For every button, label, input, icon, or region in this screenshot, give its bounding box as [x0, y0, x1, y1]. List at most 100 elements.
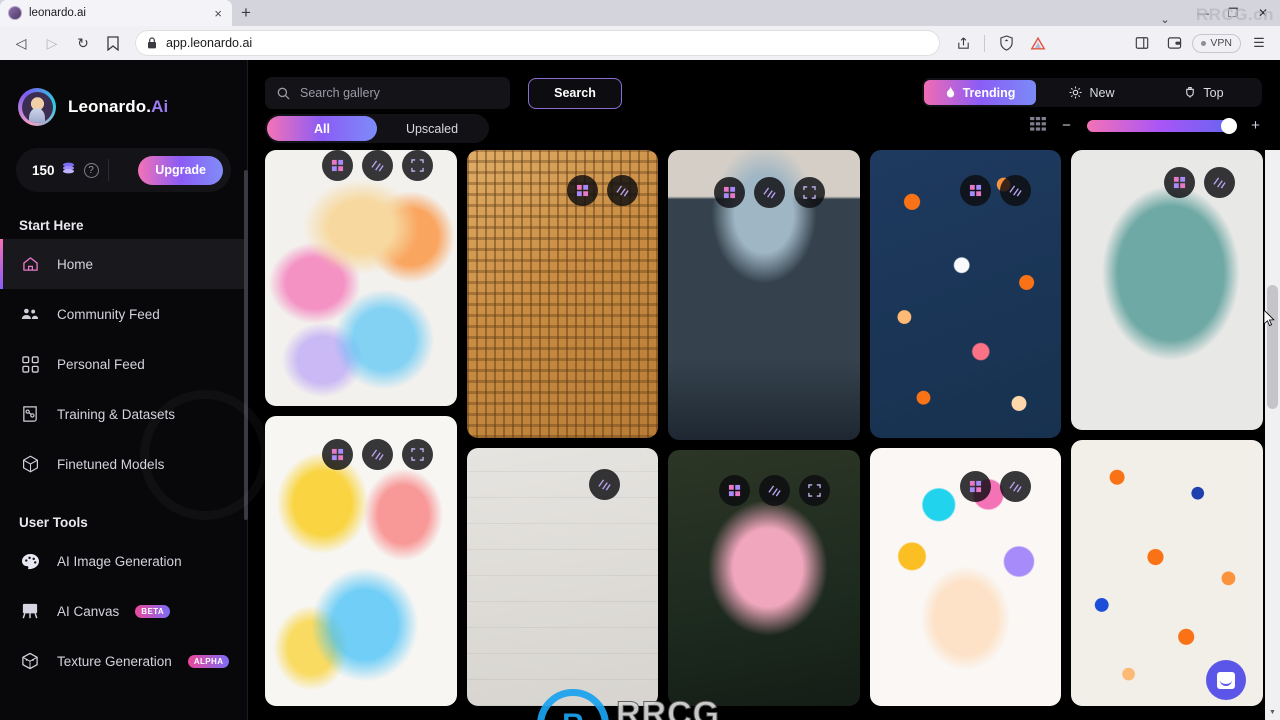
search-input[interactable]: Search gallery	[265, 77, 510, 109]
reload-button[interactable]: ↻	[69, 29, 97, 57]
gallery-card-lion[interactable]	[265, 150, 457, 406]
share-glyph	[958, 36, 969, 49]
variations-glyph	[768, 485, 781, 497]
remix-icon[interactable]	[718, 475, 750, 506]
app-brand-name: Leonardo.Ai	[68, 97, 168, 117]
browser-tab-leonardo[interactable]: leonardo.ai ×	[0, 0, 232, 26]
variations-icon[interactable]	[1000, 471, 1032, 502]
sidebar-item-home[interactable]: Home	[0, 239, 247, 289]
tab-search-chevron-down-icon[interactable]: ⌄	[1142, 13, 1188, 26]
gallery-card-rainbow-hair[interactable]	[869, 448, 1062, 706]
main-content: Search gallery Search All Upscaled Trend…	[248, 60, 1280, 720]
tab-favicon-icon	[8, 6, 22, 20]
remix-icon[interactable]	[960, 175, 992, 206]
gallery-card-hieroglyphs[interactable]	[466, 150, 659, 438]
remix-icon[interactable]	[713, 177, 745, 208]
grid-icon	[19, 355, 41, 373]
bookmark-icon[interactable]	[100, 29, 126, 57]
app-brand[interactable]: Leonardo.Ai	[0, 60, 247, 126]
brave-shields-icon[interactable]	[992, 29, 1020, 57]
sidebar-item-community-feed[interactable]: Community Feed	[0, 289, 247, 339]
help-icon[interactable]: ?	[83, 162, 99, 178]
leo-ai-icon[interactable]	[1024, 29, 1052, 57]
watermark-logo-icon: R	[537, 689, 609, 720]
panel-glyph	[1136, 37, 1149, 49]
gallery-card-koala-bicycle[interactable]	[1071, 150, 1263, 430]
sidebar-item-ai-canvas[interactable]: AI Canvas BETA	[0, 586, 247, 636]
leonardo-logo-inner	[21, 91, 53, 123]
gallery-columns	[265, 150, 1263, 706]
sidebar-item-texture-generation[interactable]: Texture Generation ALPHA	[0, 636, 247, 686]
back-button[interactable]: ◁	[7, 29, 35, 57]
grid-density-icon[interactable]	[1030, 117, 1046, 134]
variations-icon[interactable]	[758, 475, 790, 506]
search-icon	[277, 87, 290, 100]
fullscreen-icon[interactable]	[401, 439, 433, 470]
gallery-card-blue-warrior[interactable]	[668, 150, 860, 440]
zoom-out-button[interactable]: −	[1060, 117, 1073, 134]
tab-close-icon[interactable]: ×	[212, 7, 224, 20]
gallery-card-pink-fairy[interactable]	[668, 450, 860, 706]
variations-icon[interactable]	[607, 175, 639, 206]
share-icon[interactable]	[949, 29, 977, 57]
home-icon	[19, 256, 41, 272]
variations-icon[interactable]	[1203, 167, 1235, 198]
fullscreen-glyph	[803, 186, 816, 199]
address-bar[interactable]: app.leonardo.ai	[135, 30, 941, 56]
gallery-card-orange-floral[interactable]	[869, 150, 1062, 438]
sidebar-panel-icon[interactable]	[1128, 29, 1156, 57]
new-tab-button[interactable]: +	[232, 0, 260, 26]
variations-icon[interactable]	[753, 177, 785, 208]
fullscreen-icon[interactable]	[798, 475, 830, 506]
vpn-toggle[interactable]: VPN	[1192, 33, 1241, 53]
tab-new[interactable]: New	[1036, 80, 1148, 105]
variations-glyph	[370, 160, 384, 172]
toolbar-divider	[984, 34, 986, 52]
remix-icon[interactable]	[960, 471, 992, 502]
toolbar-actions: VPN ☰	[949, 29, 1273, 57]
intercom-chat-button[interactable]	[1206, 660, 1246, 700]
forward-button[interactable]: ▷	[38, 29, 66, 57]
sparkle-icon	[1070, 86, 1082, 99]
tab-trending[interactable]: Trending	[924, 80, 1036, 105]
zoom-in-button[interactable]: +	[1249, 117, 1262, 134]
gallery-card-warrior-sheet[interactable]	[466, 448, 659, 706]
remix-icon[interactable]	[321, 439, 353, 470]
sidebar-item-label: Personal Feed	[57, 356, 145, 372]
card-actions	[567, 175, 639, 206]
browser-menu-icon[interactable]: ☰	[1245, 29, 1273, 57]
fullscreen-icon[interactable]	[793, 177, 825, 208]
zoom-slider[interactable]	[1087, 117, 1237, 134]
sidebar-item-personal-feed[interactable]: Personal Feed	[0, 339, 247, 389]
fullscreen-glyph	[808, 484, 821, 497]
variations-glyph	[1009, 481, 1023, 493]
remix-glyph	[728, 484, 740, 497]
remix-icon[interactable]	[1163, 167, 1195, 198]
variations-icon[interactable]	[361, 150, 393, 181]
fullscreen-icon[interactable]	[401, 150, 433, 181]
remix-icon[interactable]	[321, 150, 353, 181]
tab-new-label: New	[1089, 85, 1115, 100]
home-glyph	[22, 257, 38, 271]
search-button[interactable]: Search	[528, 77, 622, 109]
variations-icon[interactable]	[589, 469, 621, 500]
cube-glyph	[22, 455, 38, 473]
variations-glyph	[763, 187, 776, 199]
remix-icon[interactable]	[567, 175, 599, 206]
variations-glyph	[370, 449, 384, 461]
sidebar-item-ai-image-generation[interactable]: AI Image Generation	[0, 536, 247, 586]
tab-upscaled[interactable]: Upscaled	[377, 116, 487, 141]
scroll-down-button[interactable]: ▼	[1265, 705, 1280, 720]
zoom-slider-knob[interactable]	[1221, 117, 1237, 134]
variations-icon[interactable]	[1000, 175, 1032, 206]
tab-all[interactable]: All	[267, 116, 377, 141]
gallery-card-girl-glasses[interactable]	[265, 416, 457, 706]
card-actions	[960, 175, 1032, 206]
variations-icon[interactable]	[361, 439, 393, 470]
gallery-column	[668, 150, 860, 706]
brave-wallet-icon[interactable]	[1160, 29, 1188, 57]
tab-top[interactable]: Top	[1148, 80, 1260, 105]
upgrade-button[interactable]: Upgrade	[138, 155, 223, 185]
page-scrollbar[interactable]: ▲ ▼	[1265, 60, 1280, 720]
scrollbar-thumb[interactable]	[1267, 285, 1278, 409]
